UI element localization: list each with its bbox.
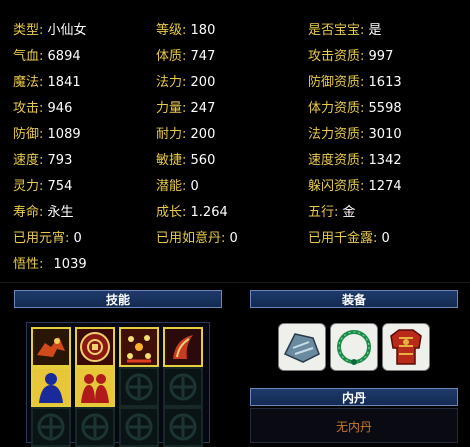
equipment-header: 装备 [250,290,458,308]
empty-slot-icon[interactable] [163,367,203,407]
red-figures-skill-icon[interactable] [75,367,115,407]
jade-necklace-icon[interactable] [330,323,378,371]
stat-potential: 潜能: 0 [156,179,199,194]
stat-lifespan: 寿命: 永生 [13,205,74,220]
stat-level: 等级: 180 [156,23,216,38]
blue-figure-skill-icon[interactable] [31,367,71,407]
stat-attack-aptitude: 攻击资质: 997 [308,49,394,64]
stat-endurance: 耐力: 200 [156,127,216,142]
stat-agility: 敏捷: 560 [156,153,216,168]
stat-type: 类型: 小仙女 [13,23,87,38]
stat-wuxing: 悟性: 1039 [13,257,87,272]
horn-skill-icon[interactable] [163,327,203,367]
stat-magic: 法力: 200 [156,75,216,90]
stat-speed-aptitude: 速度资质: 1342 [308,153,402,168]
neidan-header: 内丹 [250,388,458,406]
skills-grid [26,322,210,447]
stat-is-baby: 是否宝宝: 是 [308,23,382,38]
stat-strength: 力量: 247 [156,101,216,116]
stat-magic-aptitude: 法力资质: 3010 [308,127,402,142]
stat-defense-aptitude: 防御资质: 1613 [308,75,402,90]
stat-speed: 速度: 793 [13,153,73,168]
no-neidan-text: 无内丹 [335,420,372,434]
stat-used-qianjinlu: 已用千金露: 0 [308,231,390,246]
stat-dodge-aptitude: 躲闪资质: 1274 [308,179,402,194]
round-seal-skill-icon[interactable] [75,327,115,367]
stat-stamina-aptitude: 体力资质: 5598 [308,101,402,116]
divider [0,282,470,283]
sparkle-burst-skill-icon[interactable] [119,327,159,367]
stat-spirit: 灵力: 754 [13,179,73,194]
red-armor-icon[interactable] [382,323,430,371]
stat-used-yuanxiao: 已用元宵: 0 [13,231,82,246]
stat-growth: 成长: 1.264 [156,205,228,220]
empty-slot-icon[interactable] [163,407,203,447]
empty-slot-icon[interactable] [119,407,159,447]
skills-header: 技能 [14,290,222,308]
empty-slot-icon[interactable] [75,407,115,447]
stat-defense: 防御: 1089 [13,127,81,142]
stat-constitution: 体质: 747 [156,49,216,64]
gauntlet-icon[interactable] [278,323,326,371]
stat-hp: 气血: 6894 [13,49,81,64]
stat-used-ruyidan: 已用如意丹: 0 [156,231,238,246]
stat-attack: 攻击: 946 [13,101,73,116]
empty-slot-icon[interactable] [119,367,159,407]
pet-stats-panel: 类型: 小仙女 气血: 6894 魔法: 1841 攻击: 946 防御: 10… [0,0,470,285]
charging-beast-skill-icon[interactable] [31,327,71,367]
empty-slot-icon[interactable] [31,407,71,447]
stat-mp: 魔法: 1841 [13,75,81,90]
stat-five-elements: 五行: 金 [308,205,356,220]
